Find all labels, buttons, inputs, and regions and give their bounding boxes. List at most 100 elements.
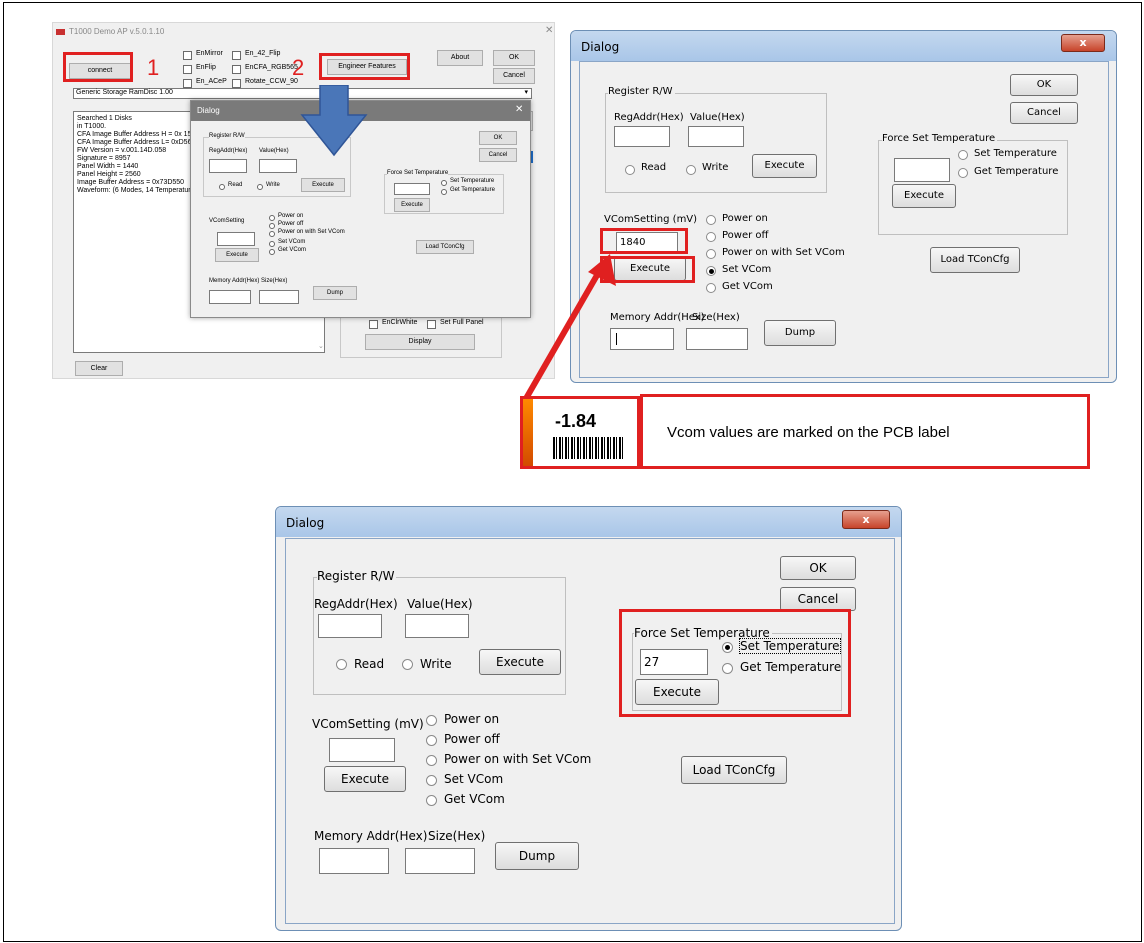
small-vcom-execute[interactable]: Execute [215, 248, 259, 262]
ok-button[interactable]: OK [493, 50, 535, 66]
vcom-register-execute[interactable]: Execute [752, 154, 817, 178]
vcom-set-temp-radio[interactable] [958, 150, 968, 160]
small-get-vcom-radio[interactable] [269, 249, 275, 255]
scroll-down-icon[interactable]: ⌄ [318, 342, 324, 350]
temp-ok-button[interactable]: OK [780, 556, 856, 580]
temp-vcom-input[interactable] [329, 738, 395, 762]
vcom-get-vcom-radio[interactable] [706, 283, 716, 293]
vcom-ok-button[interactable]: OK [1010, 74, 1078, 96]
small-size-input[interactable] [259, 290, 299, 304]
temp-memory-input[interactable] [319, 848, 389, 874]
checkbox-encfa[interactable] [232, 65, 241, 74]
small-temp-input[interactable] [394, 183, 430, 195]
log-line: Signature = 8957 [77, 155, 131, 162]
vcom-power-on-set-vcom-radio[interactable] [706, 249, 716, 259]
about-button[interactable]: About [437, 50, 483, 66]
small-power-on-radio[interactable] [269, 215, 275, 221]
small-dialog-close-icon[interactable]: ✕ [515, 104, 523, 115]
small-get-vcom-label: Get VCom [278, 247, 307, 253]
checkbox-rotate[interactable] [232, 79, 241, 88]
vcom-get-temp-radio[interactable] [958, 168, 968, 178]
temp-vcom-label: VComSetting (mV) [312, 717, 424, 731]
vcom-size-input[interactable] [686, 328, 748, 350]
arrow-down-icon [300, 85, 368, 157]
small-power-off-radio[interactable] [269, 223, 275, 229]
checkbox-enacep[interactable] [183, 79, 192, 88]
small-read-radio[interactable] [219, 184, 225, 190]
checkbox-enclrwhite[interactable] [369, 320, 378, 329]
small-regaddr-input[interactable] [209, 159, 247, 173]
app-close-icon[interactable]: ✕ [545, 25, 553, 36]
temp-value-input[interactable] [405, 614, 469, 638]
vcom-set-temp-label: Set Temperature [974, 148, 1057, 159]
checkbox-setfullpanel[interactable] [427, 320, 436, 329]
checkbox-enmirror[interactable] [183, 51, 192, 60]
small-load-tcon-button[interactable]: Load TConCfg [416, 240, 474, 254]
clear-button[interactable]: Clear [75, 361, 123, 376]
small-register-execute[interactable]: Execute [301, 178, 345, 192]
small-set-temp-radio[interactable] [441, 180, 447, 186]
temp-size-label: Size(Hex) [428, 829, 486, 843]
small-temp-execute[interactable]: Execute [394, 198, 430, 212]
chevron-down-icon[interactable]: ▾ [524, 88, 528, 96]
checkbox-encfa-label: EnCFA_RGB565 [245, 64, 298, 71]
vcom-regaddr-input[interactable] [614, 126, 670, 147]
small-cancel-button[interactable]: Cancel [479, 148, 517, 162]
log-line: Searched 1 Disks [77, 115, 132, 122]
small-dialog-title: Dialog [197, 106, 220, 115]
temp-read-radio[interactable] [336, 659, 347, 670]
temp-regaddr-input[interactable] [318, 614, 382, 638]
vcom-dialog-titlebar [571, 31, 1116, 61]
log-line: CFA Image Buffer Address L= 0xD568 [77, 139, 196, 146]
small-force-temp-label: Force Set Temperature [387, 170, 449, 176]
temp-power-off-radio[interactable] [426, 735, 437, 746]
vcom-temp-input[interactable] [894, 158, 950, 182]
vcom-dump-button[interactable]: Dump [764, 320, 836, 346]
vcom-read-radio[interactable] [625, 165, 635, 175]
small-vcom-input[interactable] [217, 232, 255, 246]
small-memory-input[interactable] [209, 290, 251, 304]
vcom-power-on-set-vcom-label: Power on with Set VCom [722, 247, 845, 258]
temp-get-vcom-radio[interactable] [426, 795, 437, 806]
temp-load-tcon-button[interactable]: Load TConCfg [681, 756, 787, 784]
small-set-vcom-radio[interactable] [269, 241, 275, 247]
small-set-temp-label: Set Temperature [450, 178, 495, 184]
vcom-value-input[interactable] [688, 126, 744, 147]
temp-write-radio[interactable] [402, 659, 413, 670]
temp-power-on-set-vcom-radio[interactable] [426, 755, 437, 766]
temp-vcom-execute[interactable]: Execute [324, 766, 406, 792]
temp-set-vcom-radio[interactable] [426, 775, 437, 786]
log-line: CFA Image Buffer Address H = 0x 154 [77, 131, 196, 138]
vcom-power-on-radio[interactable] [706, 215, 716, 225]
temp-power-on-radio[interactable] [426, 715, 437, 726]
temp-dialog-close-icon[interactable]: x [842, 510, 890, 529]
small-get-temp-radio[interactable] [441, 189, 447, 195]
small-ok-button[interactable]: OK [479, 131, 517, 145]
small-write-label: Write [266, 182, 280, 188]
log-line: Panel Width = 1440 [77, 163, 139, 170]
checkbox-en42flip[interactable] [232, 51, 241, 60]
vcom-set-vcom-radio[interactable] [706, 266, 716, 276]
checkbox-enflip-label: EnFlip [196, 64, 216, 71]
vcom-input-callout [600, 228, 688, 254]
temp-register-execute[interactable]: Execute [479, 649, 561, 675]
temp-size-input[interactable] [405, 848, 475, 874]
small-power-on-set-vcom-radio[interactable] [269, 231, 275, 237]
cancel-button[interactable]: Cancel [493, 68, 535, 84]
small-dump-button[interactable]: Dump [313, 286, 357, 300]
vcom-load-tcon-button[interactable]: Load TConCfg [930, 247, 1020, 273]
display-button[interactable]: Display [365, 334, 475, 350]
checkbox-enflip[interactable] [183, 65, 192, 74]
temp-cancel-button[interactable]: Cancel [780, 587, 856, 611]
vcom-dialog-close-icon[interactable]: x [1061, 34, 1105, 52]
small-value-input[interactable] [259, 159, 297, 173]
vcom-power-off-radio[interactable] [706, 232, 716, 242]
small-write-radio[interactable] [257, 184, 263, 190]
vcom-cancel-button[interactable]: Cancel [1010, 102, 1078, 124]
vcom-temp-execute[interactable]: Execute [892, 184, 956, 208]
temp-dump-button[interactable]: Dump [495, 842, 579, 870]
vcom-size-label: Size(Hex) [692, 312, 740, 323]
vcom-write-radio[interactable] [686, 165, 696, 175]
vcom-regaddr-label: RegAddr(Hex) [614, 112, 684, 123]
temp-power-on-set-vcom-label: Power on with Set VCom [444, 752, 592, 766]
